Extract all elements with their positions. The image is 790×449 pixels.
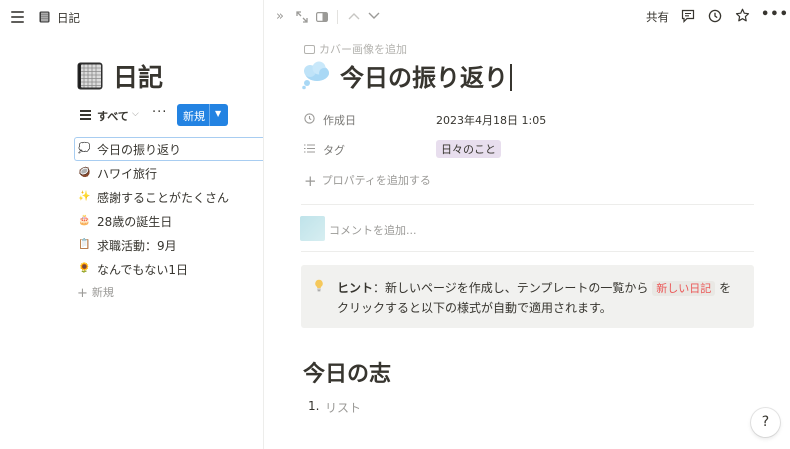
- list-item[interactable]: 🌻 なんでもない1日: [74, 257, 263, 281]
- plus-icon: +: [77, 286, 88, 301]
- list-icon: [304, 144, 315, 153]
- star-icon[interactable]: [735, 8, 750, 23]
- database-title: 日記: [113, 63, 164, 92]
- page-title-text: 今日の振り返り: [340, 64, 508, 92]
- new-entry-button[interactable]: 新規 ▼: [177, 104, 228, 126]
- property-value: 2023年4月18日 1:05: [436, 114, 547, 127]
- birthday-cake-icon: 🎂: [78, 215, 91, 226]
- side-peek-icon[interactable]: [316, 12, 328, 22]
- expand-icon[interactable]: [296, 11, 308, 23]
- add-cover-label: カバー画像を追加: [319, 43, 407, 56]
- text-cursor: [510, 64, 512, 91]
- list-item-title: 感謝することがたくさん: [97, 191, 230, 205]
- list-view-icon: [80, 110, 91, 120]
- divider: [301, 251, 754, 252]
- list-item[interactable]: ✨ 感謝することがたくさん: [74, 185, 263, 209]
- page-title[interactable]: 今日の振り返り: [340, 58, 512, 93]
- page-pane: » 共有 ••• カバー画像を追加 今日の振り返り 作成日 2023年4月18日…: [263, 0, 790, 449]
- section-heading[interactable]: 今日の志: [303, 356, 391, 388]
- list-item[interactable]: 🎂 28歳の誕生日: [74, 209, 263, 233]
- left-topbar: 日記: [0, 0, 263, 34]
- list-item-title: 今日の振り返り: [97, 142, 182, 157]
- list-item[interactable]: 💭 今日の振り返り: [74, 137, 263, 161]
- view-bar: すべて ⌵ ··· 新規 ▼: [80, 104, 260, 126]
- add-new-label: 新規: [91, 286, 114, 299]
- lightbulb-icon: [315, 279, 323, 292]
- menu-icon[interactable]: [11, 11, 24, 23]
- close-peek-icon[interactable]: »: [276, 9, 284, 25]
- help-label: ?: [761, 414, 770, 430]
- clipboard-icon: 📋: [78, 239, 91, 250]
- page-toolbar: » 共有 •••: [264, 0, 790, 34]
- property-created[interactable]: 作成日 2023年4月18日 1:05: [304, 109, 764, 129]
- list-item-title: ハワイ旅行: [97, 167, 158, 181]
- list-item-title: なんでもない1日: [97, 263, 189, 277]
- hint-label: ヒント: [337, 281, 374, 295]
- thought-bubble-icon: 💭: [78, 142, 91, 154]
- entry-list: 💭 今日の振り返り 🥥 ハワイ旅行 ✨ 感謝することがたくさん 🎂 28歳の誕生…: [74, 137, 263, 281]
- comment-input[interactable]: コメントを追加...: [329, 222, 417, 238]
- property-tags[interactable]: タグ 日々のこと: [304, 139, 764, 159]
- database-pane: 日記 日記 すべて ⌵ ··· 新規 ▼ 💭 今日の振り返り 🥥 ハワイ旅行 ✨…: [0, 0, 263, 449]
- coconut-icon: 🥥: [78, 167, 91, 178]
- inline-code: 新しい日記: [652, 281, 716, 296]
- share-button[interactable]: 共有: [646, 9, 669, 25]
- hint-text-line2: クリックすると以下の様式が自動で適用されます。: [337, 301, 612, 315]
- sparkles-icon: ✨: [78, 191, 91, 202]
- notebook-icon: [39, 11, 50, 23]
- add-cover-button[interactable]: カバー画像を追加: [304, 41, 407, 57]
- plus-icon: +: [304, 172, 317, 190]
- property-name: タグ: [323, 144, 345, 157]
- more-options-button[interactable]: ···: [152, 105, 167, 120]
- divider: [301, 204, 754, 205]
- hint-text: ヒント：新しいページを作成し、テンプレートの一覧から 新しい日記 を: [337, 279, 731, 296]
- more-options-icon[interactable]: •••: [761, 7, 789, 23]
- toolbar-divider: [337, 10, 338, 24]
- avatar: [300, 216, 325, 241]
- list-item[interactable]: 🥥 ハワイ旅行: [74, 161, 263, 185]
- list-item[interactable]: 📋 求職活動：9月: [74, 233, 263, 257]
- hint-callout: ヒント：新しいページを作成し、テンプレートの一覧から 新しい日記 を クリックす…: [301, 265, 754, 328]
- hint-text-after: を: [719, 281, 732, 295]
- view-selector[interactable]: すべて: [97, 108, 129, 124]
- list-item-title: 28歳の誕生日: [97, 215, 173, 229]
- sunflower-icon: 🌻: [78, 263, 91, 274]
- thought-bubble-icon[interactable]: [301, 60, 331, 90]
- list-item-title: 求職活動：9月: [97, 239, 177, 253]
- chevron-down-icon[interactable]: ▼: [215, 109, 221, 118]
- tag-badge[interactable]: 日々のこと: [436, 140, 501, 158]
- chevron-down-icon[interactable]: [368, 12, 380, 20]
- chevron-up-icon[interactable]: [348, 12, 360, 20]
- add-new-entry[interactable]: + 新規: [77, 284, 114, 301]
- clock-icon: [304, 113, 315, 124]
- hint-text-before: ：新しいページを作成し、テンプレートの一覧から: [373, 281, 649, 295]
- breadcrumb[interactable]: 日記: [57, 10, 80, 26]
- chevron-down-icon[interactable]: ⌵: [132, 109, 139, 119]
- comment-icon[interactable]: [681, 9, 695, 23]
- history-icon[interactable]: [708, 9, 722, 23]
- help-button[interactable]: ?: [751, 408, 780, 437]
- new-entry-label: 新規: [183, 110, 205, 123]
- button-divider: [209, 104, 210, 126]
- property-name: 作成日: [323, 114, 356, 127]
- add-property-label: プロパティを追加する: [321, 174, 431, 187]
- image-icon: [304, 45, 315, 54]
- list-item-placeholder[interactable]: リスト: [325, 399, 361, 416]
- add-property-button[interactable]: + プロパティを追加する: [304, 170, 431, 190]
- notebook-icon: [77, 62, 103, 90]
- list-number: 1.: [308, 399, 320, 413]
